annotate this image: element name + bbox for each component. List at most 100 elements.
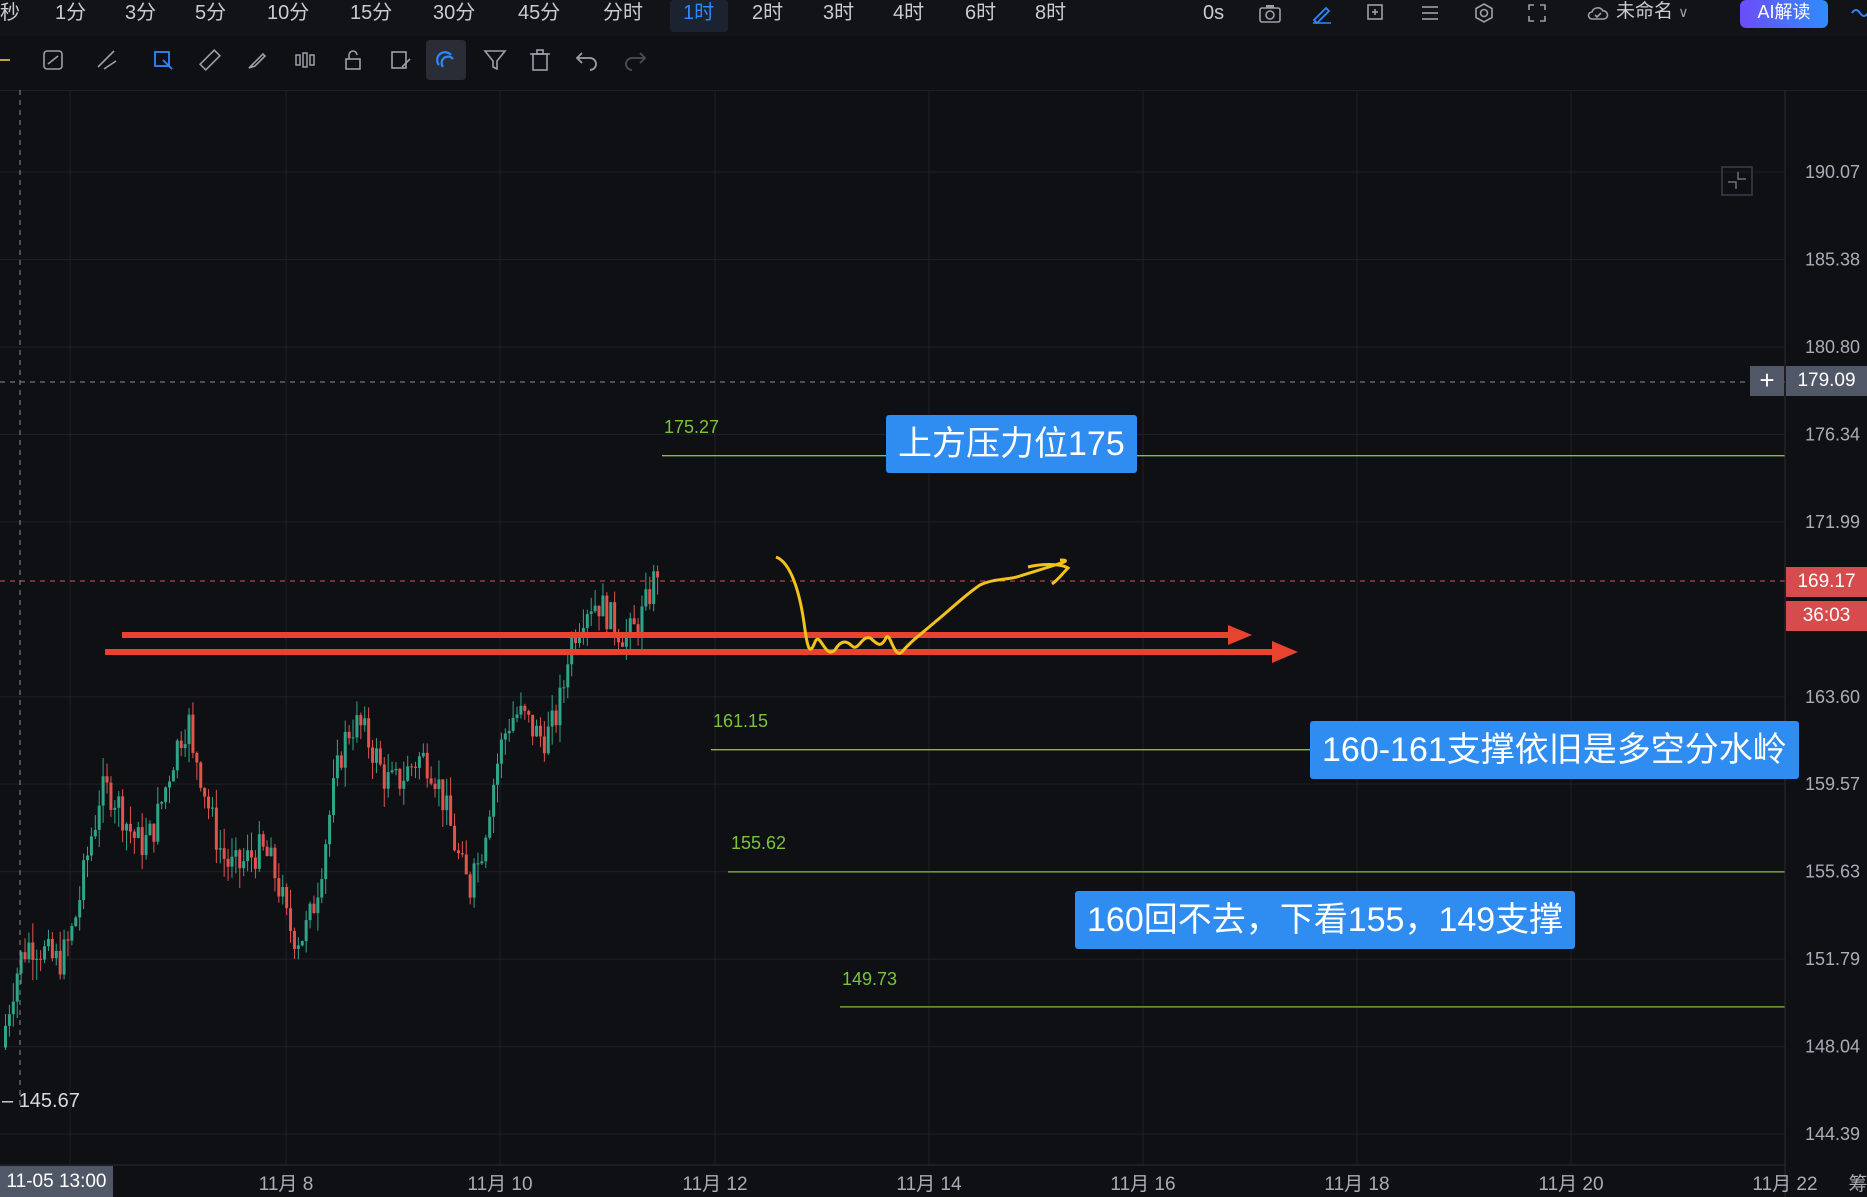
- candle-body: [187, 714, 191, 745]
- candle-body: [11, 1001, 15, 1015]
- candle-body: [464, 854, 468, 875]
- candle-body: [312, 903, 316, 914]
- magnet-icon[interactable]: [426, 40, 466, 80]
- timeframe-5[interactable]: 15分: [350, 0, 392, 28]
- add-window-icon[interactable]: [1364, 2, 1390, 26]
- candle-body: [253, 857, 257, 869]
- candle-body: [160, 802, 164, 804]
- timeframe-bar: 秒 1分 3分 5分 10分 15分 30分 45分 分时 1时 2时 3时 4时 6时 8时 0s 未命名…: [0, 0, 1867, 36]
- candle-pattern-icon[interactable]: [290, 45, 320, 75]
- timeframe-10[interactable]: 2时: [752, 0, 783, 28]
- candle-body: [324, 844, 328, 880]
- candle-body: [257, 834, 261, 869]
- timeframe-2[interactable]: 3分: [125, 0, 156, 28]
- candle-body: [273, 847, 277, 879]
- candle-body: [652, 571, 656, 604]
- candle-body: [148, 823, 152, 836]
- candle-body: [74, 917, 78, 927]
- camera-icon[interactable]: [1258, 2, 1284, 26]
- gear-icon[interactable]: [1472, 2, 1498, 26]
- candle-body: [374, 748, 378, 763]
- ruler-icon[interactable]: [195, 45, 225, 75]
- candle-body: [132, 831, 136, 838]
- candle-body: [234, 850, 238, 857]
- timeframe-13[interactable]: 6时: [965, 0, 996, 28]
- fullscreen-icon[interactable]: [1525, 2, 1551, 26]
- candle-body: [371, 747, 375, 763]
- candle-body: [191, 714, 195, 753]
- candle-body: [441, 779, 445, 811]
- candle-body: [566, 664, 570, 688]
- candle-body: [226, 858, 230, 867]
- current-price-tag: 169.17: [1786, 567, 1867, 597]
- edit-notes-icon[interactable]: [386, 45, 416, 75]
- timeframe-1[interactable]: 1分: [55, 0, 86, 28]
- candle-body: [175, 740, 179, 771]
- callout-support-pivot[interactable]: 160-161支撑依旧是多空分水岭: [1310, 721, 1799, 779]
- candle-body: [328, 814, 332, 845]
- crosshair-date-tag: 11-05 13:00: [0, 1166, 113, 1197]
- candle-body: [386, 772, 390, 789]
- candle-body: [66, 939, 70, 941]
- date-tick-5: 11月 18: [1324, 1174, 1389, 1195]
- candle-body: [601, 595, 605, 617]
- undo-icon[interactable]: [572, 45, 602, 75]
- candle-body: [406, 766, 410, 781]
- timeframe-0[interactable]: 秒: [0, 0, 20, 28]
- lock-icon[interactable]: [338, 45, 368, 75]
- price-tick-10: 144.39: [1805, 1124, 1860, 1144]
- ai-analysis-button[interactable]: AI解读: [1740, 0, 1828, 28]
- candle-body: [292, 930, 296, 949]
- maximize-pane-icon[interactable]: [1721, 166, 1753, 196]
- timeframe-4[interactable]: 10分: [267, 0, 309, 28]
- candle-body: [168, 781, 171, 788]
- redo-icon[interactable]: [620, 45, 650, 75]
- date-tick-4: 11月 16: [1110, 1174, 1175, 1195]
- candle-body: [456, 850, 460, 854]
- candle-body: [640, 606, 644, 637]
- candle-body: [203, 787, 207, 797]
- candle-body: [304, 920, 308, 942]
- price-chart[interactable]: 190.07 185.38 180.80 176.34 171.99 163.60 159.…: [0, 90, 1867, 1197]
- crosshair-add-icon[interactable]: +: [1750, 366, 1784, 396]
- layout-name-dropdown[interactable]: 未命名 ∨: [1616, 0, 1689, 28]
- candle-body: [222, 848, 226, 859]
- timeframe-6[interactable]: 30分: [433, 0, 475, 28]
- candle-body: [554, 710, 558, 726]
- timeframe-3[interactable]: 5分: [195, 0, 226, 28]
- timeframe-7[interactable]: 45分: [518, 0, 560, 28]
- timeframe-9[interactable]: 1时: [683, 0, 714, 28]
- candle-body: [269, 847, 273, 857]
- time-axis-edge-label: 筹: [1848, 1173, 1867, 1195]
- list-settings-icon[interactable]: [1418, 2, 1444, 26]
- candle-body: [429, 778, 433, 784]
- candle-body: [488, 816, 492, 838]
- bar-countdown-tag: 36:03: [1786, 601, 1867, 631]
- candle-body: [355, 715, 359, 738]
- candle-body: [656, 571, 660, 578]
- pencil-icon[interactable]: [1310, 2, 1336, 26]
- filter-icon[interactable]: [480, 45, 510, 75]
- candle-body: [210, 807, 214, 809]
- timeframe-14[interactable]: 8时: [1035, 0, 1066, 28]
- cursor-mode-icon[interactable]: [0, 45, 20, 75]
- candle-body: [136, 827, 140, 838]
- timeframe-12[interactable]: 4时: [893, 0, 924, 28]
- trash-icon[interactable]: [525, 45, 555, 75]
- candle-body: [238, 850, 242, 869]
- auto-draw-icon[interactable]: [38, 45, 68, 75]
- callout-resistance[interactable]: 上方压力位175: [886, 415, 1137, 473]
- cloud-save-icon[interactable]: [1586, 2, 1612, 26]
- candle-body: [511, 717, 515, 731]
- candle-body: [214, 807, 218, 850]
- link-icon[interactable]: [1848, 2, 1867, 26]
- brush-icon[interactable]: [242, 45, 272, 75]
- select-shape-icon[interactable]: [148, 45, 178, 75]
- chart-grid: [0, 90, 1786, 1165]
- candle-body: [289, 908, 293, 931]
- callout-breakdown[interactable]: 160回不去，下看155，149支撑: [1075, 891, 1576, 949]
- timeframe-11[interactable]: 3时: [823, 0, 854, 28]
- trend-lines-icon[interactable]: [92, 45, 122, 75]
- price-tick-8: 151.79: [1805, 949, 1860, 969]
- timeframe-8[interactable]: 分时: [603, 0, 643, 28]
